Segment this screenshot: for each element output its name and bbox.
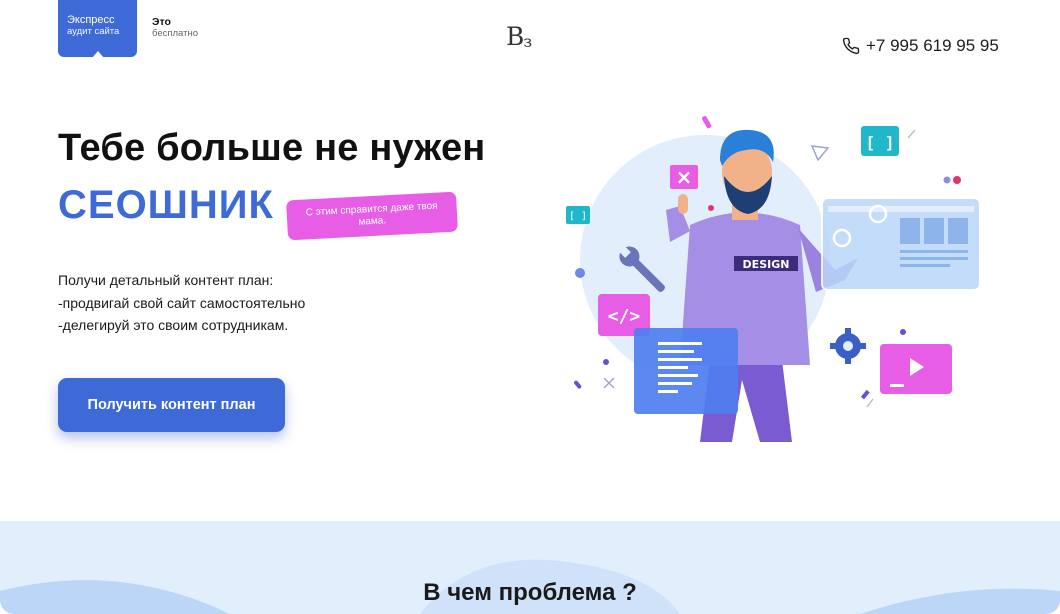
decor-dash: [702, 116, 712, 129]
logo-main: B: [506, 22, 524, 51]
phone-link[interactable]: +7 995 619 95 95: [842, 36, 999, 56]
description-line: Получи детальный контент план:: [58, 272, 274, 288]
hero-description: Получи детальный контент план: -продвига…: [58, 269, 305, 337]
express-audit-button[interactable]: Экспресс аудит сайта: [58, 0, 137, 58]
free-note: Это бесплатно: [152, 16, 199, 40]
free-note-line2: бесплатно: [152, 28, 199, 39]
description-line: -продвигай свой сайт самостоятельно: [58, 294, 306, 311]
audit-badge-line2: аудит сайта: [67, 26, 120, 37]
decor-dot: [900, 329, 906, 335]
free-note-line1: Это: [152, 16, 171, 28]
gear-icon: [830, 328, 866, 364]
decor-triangle: [810, 145, 830, 162]
shirt-label-text: DESIGN: [743, 258, 790, 271]
decor-dot: [943, 176, 951, 184]
problem-title: В чем проблема ?: [423, 579, 637, 606]
close-badge-text: ×: [676, 165, 693, 189]
character-hand: [678, 194, 688, 214]
decor-line: [907, 129, 916, 139]
decor-dot: [575, 268, 585, 278]
small-bracket-badge-text: [ ]: [569, 211, 587, 222]
logo-sub: з: [523, 32, 532, 51]
hero-illustration: [ ] [ ] × DESIGN </>: [566, 116, 981, 442]
get-content-plan-button[interactable]: Получить контент план: [58, 378, 285, 432]
decor-dot: [708, 205, 714, 211]
decor-dash: [860, 389, 870, 400]
phone-number: +7 995 619 95 95: [866, 36, 999, 55]
hero-tag: С этим справится даже твоя мама.: [286, 191, 458, 241]
decor-line: [866, 398, 874, 408]
decor-dash: [574, 380, 582, 389]
audit-badge-line1: Экспресс: [67, 14, 115, 26]
decor-cross: [603, 377, 615, 389]
code-badge-text: </>: [608, 306, 641, 327]
code-window: [634, 328, 738, 414]
decor-dot: [603, 359, 609, 365]
phone-icon: [842, 37, 860, 55]
site-logo[interactable]: Bз: [506, 22, 532, 51]
hero-headline: Тебе больше не нужен: [58, 127, 486, 169]
description-line: -делегируй это своим сотрудникам.: [58, 317, 289, 333]
hero-accent-word: СЕОШНИК: [58, 183, 274, 227]
bracket-badge-text: [ ]: [866, 133, 895, 152]
decor-dot: [953, 176, 961, 184]
